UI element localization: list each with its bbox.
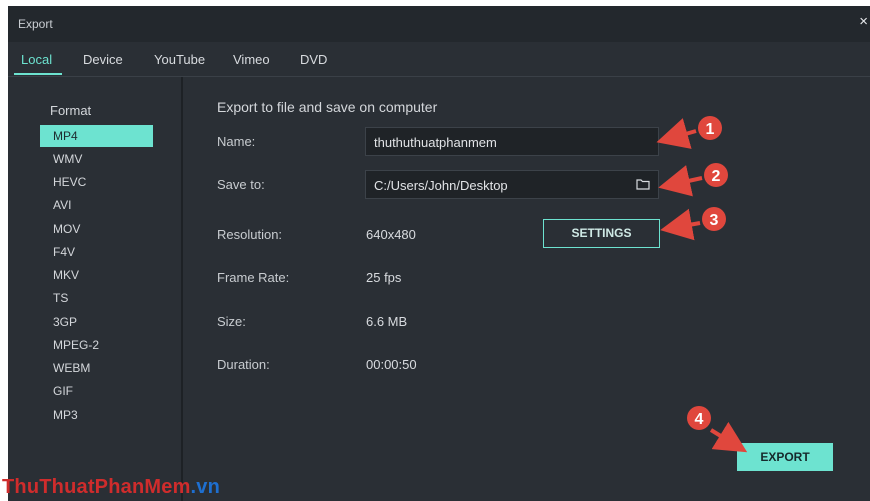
format-item-wmv[interactable]: WMV (40, 148, 153, 170)
format-item-mpeg2[interactable]: MPEG-2 (40, 334, 153, 356)
export-dialog: Export × Local Device YouTube Vimeo DVD … (8, 6, 870, 501)
format-item-ts[interactable]: TS (40, 287, 153, 309)
format-item-avi[interactable]: AVI (40, 194, 153, 216)
format-sidebar: Format MP4 WMV HEVC AVI MOV F4V MKV TS 3… (8, 77, 183, 501)
name-input[interactable]: thuthuthuatphanmem (365, 127, 659, 156)
watermark-text: ThuThuatPhanMem (2, 476, 191, 498)
panel-heading: Export to file and save on computer (217, 99, 438, 115)
name-label: Name: (217, 134, 256, 149)
title-bar: Export × (8, 6, 870, 42)
frame-rate-label: Frame Rate: (217, 270, 290, 285)
frame-rate-value: 25 fps (366, 270, 402, 285)
format-item-webm[interactable]: WEBM (40, 357, 153, 379)
resolution-value: 640x480 (366, 227, 416, 242)
format-item-hevc[interactable]: HEVC (40, 171, 153, 193)
save-to-input[interactable]: C:/Users/John/Desktop (365, 170, 659, 199)
tab-device[interactable]: Device (83, 52, 123, 67)
save-to-label: Save to: (217, 177, 265, 192)
size-label: Size: (217, 314, 246, 329)
duration-value: 00:00:50 (366, 357, 417, 372)
active-tab-indicator (14, 73, 62, 75)
format-item-mkv[interactable]: MKV (40, 264, 153, 286)
tab-local[interactable]: Local (21, 52, 52, 67)
format-item-3gp[interactable]: 3GP (40, 311, 153, 333)
watermark-domain: .vn (190, 476, 221, 498)
duration-label: Duration: (217, 357, 270, 372)
format-item-f4v[interactable]: F4V (40, 241, 153, 263)
format-item-mp3[interactable]: MP3 (40, 404, 153, 426)
tab-bar: Local Device YouTube Vimeo DVD (8, 42, 870, 77)
resolution-label: Resolution: (217, 227, 283, 242)
close-icon[interactable]: × (859, 14, 868, 29)
format-heading: Format (50, 103, 92, 118)
format-item-gif[interactable]: GIF (40, 380, 153, 402)
format-item-mp4[interactable]: MP4 (40, 125, 153, 147)
size-value: 6.6 MB (366, 314, 408, 329)
window-title: Export (18, 17, 53, 31)
name-input-value: thuthuthuatphanmem (374, 135, 497, 150)
format-item-mov[interactable]: MOV (40, 218, 153, 240)
tab-vimeo[interactable]: Vimeo (233, 52, 270, 67)
settings-button[interactable]: SETTINGS (543, 219, 660, 248)
tab-dvd[interactable]: DVD (300, 52, 327, 67)
tab-youtube[interactable]: YouTube (154, 52, 205, 67)
export-settings-panel: Export to file and save on computer Name… (183, 77, 870, 501)
watermark-logo: ThuThuatPhanMem.vn (2, 476, 220, 499)
save-to-value: C:/Users/John/Desktop (374, 178, 508, 193)
folder-icon[interactable] (636, 178, 650, 190)
export-button[interactable]: EXPORT (737, 443, 833, 471)
